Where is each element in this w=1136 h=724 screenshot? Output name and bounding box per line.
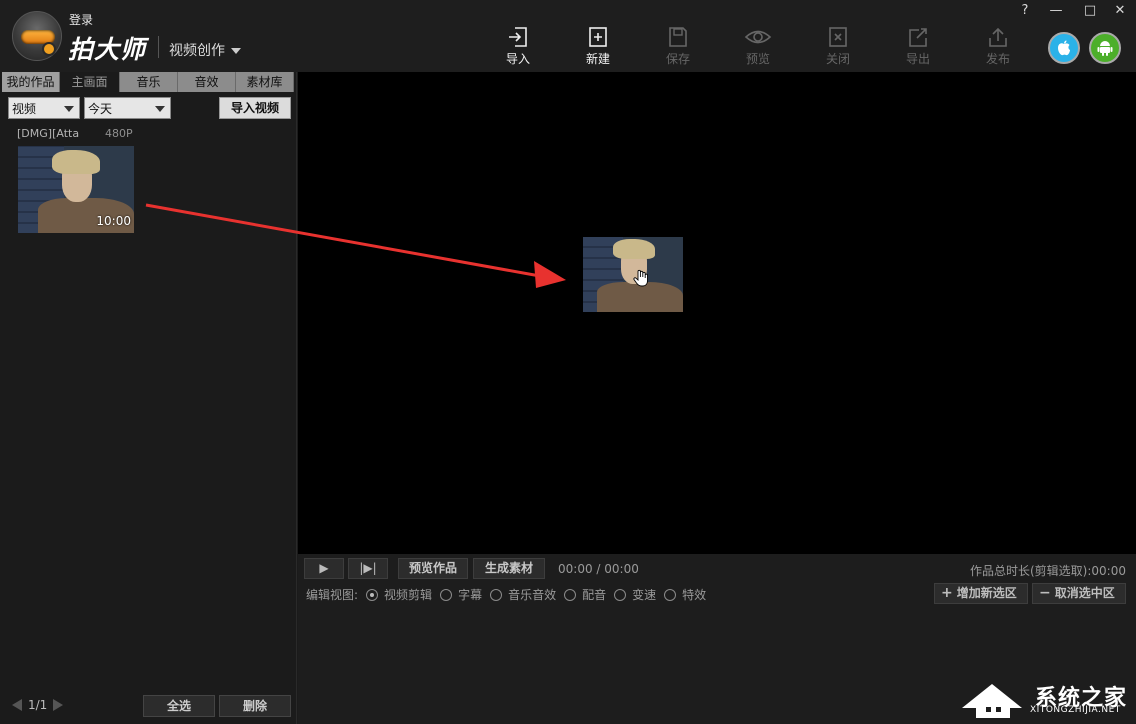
- edit-view-label: 编辑视图:: [306, 588, 359, 602]
- preview-eye-icon: [744, 30, 772, 44]
- total-duration: 作品总时长(剪辑选取):00:00: [970, 564, 1126, 578]
- hand-cursor-icon: [633, 269, 648, 287]
- export-button[interactable]: 导出: [893, 26, 943, 70]
- mode-dropdown[interactable]: 视频创作: [169, 40, 241, 60]
- clip-name: [DMG][Atta: [17, 127, 80, 140]
- play-button[interactable]: ▶: [304, 558, 344, 579]
- next-page-icon[interactable]: [53, 699, 64, 711]
- type-select[interactable]: 视频: [8, 97, 80, 119]
- close-window-button[interactable]: ✕: [1110, 3, 1130, 18]
- radio-speed[interactable]: [614, 588, 627, 601]
- dragging-clip-thumbnail[interactable]: [583, 237, 683, 312]
- app-logo-icon: [12, 11, 62, 61]
- chevron-down-icon: [64, 106, 74, 112]
- publish-button[interactable]: 发布: [973, 26, 1023, 70]
- brand-title: 拍大师: [68, 35, 147, 64]
- new-icon: [589, 27, 607, 47]
- generate-material-button[interactable]: 生成素材: [473, 558, 545, 579]
- page-indicator: 1/1: [28, 698, 48, 712]
- view-label-subtitles: 字幕: [458, 588, 483, 602]
- cancel-region-label: 取消选中区: [1054, 586, 1115, 600]
- chevron-down-icon: [155, 106, 165, 112]
- chevron-down-icon: [231, 48, 241, 54]
- media-panel: 我的作品 主画面 音乐 音效 素材库 视频 今天 导入视频 [DMG][Atta…: [0, 72, 297, 724]
- import-icon: [509, 27, 527, 47]
- close-file-button[interactable]: 关闭: [813, 26, 863, 70]
- radio-dubbing[interactable]: [564, 588, 577, 601]
- preview-canvas[interactable]: [298, 72, 1136, 554]
- tab-sound-effects[interactable]: 音效: [178, 72, 236, 92]
- date-select[interactable]: 今天: [84, 97, 171, 119]
- edit-view-options: 编辑视图: 视频剪辑 字幕 音乐音效 配音 变速 特效: [306, 586, 706, 603]
- minimize-button[interactable]: —: [1046, 3, 1066, 18]
- radio-video-cut[interactable]: [366, 588, 379, 601]
- export-icon: [909, 28, 927, 47]
- view-label-dubbing: 配音: [582, 588, 607, 602]
- apple-button[interactable]: [1048, 32, 1080, 64]
- import-video-button[interactable]: 导入视频: [219, 97, 291, 119]
- pager: 1/1: [12, 698, 64, 712]
- add-region-button[interactable]: + 增加新选区: [934, 583, 1028, 604]
- save-label: 保存: [665, 52, 690, 66]
- plus-icon: +: [941, 585, 953, 601]
- media-tabs: 我的作品 主画面 音乐 音效 素材库: [2, 72, 294, 92]
- tab-main-screen[interactable]: 主画面: [60, 72, 120, 92]
- close-file-label: 关闭: [825, 52, 850, 66]
- clip-resolution: 480P: [105, 127, 133, 140]
- save-icon: [669, 27, 687, 47]
- view-label-effects: 特效: [682, 588, 707, 602]
- android-button[interactable]: [1089, 32, 1121, 64]
- top-bar: 登录 拍大师 视频创作 导入 新建 保存 预览 关闭 导出 发布 ? — □ ✕: [0, 0, 1136, 72]
- help-button[interactable]: ?: [1015, 3, 1035, 18]
- view-label-music-effects: 音乐音效: [508, 588, 557, 602]
- delete-button[interactable]: 删除: [219, 695, 291, 717]
- import-button[interactable]: 导入: [493, 26, 543, 70]
- maximize-button[interactable]: □: [1080, 3, 1100, 18]
- type-select-value: 视频: [12, 102, 37, 116]
- view-label-video-cut: 视频剪辑: [384, 588, 433, 602]
- radio-music-effects[interactable]: [490, 588, 503, 601]
- minus-icon: −: [1039, 585, 1051, 601]
- publish-label: 发布: [985, 52, 1010, 66]
- prev-page-icon[interactable]: [12, 699, 22, 711]
- tab-my-works[interactable]: 我的作品: [2, 72, 60, 92]
- clip-duration: 10:00: [96, 214, 131, 228]
- publish-icon: [989, 27, 1007, 47]
- save-button[interactable]: 保存: [653, 26, 703, 70]
- date-select-value: 今天: [88, 102, 113, 116]
- add-region-label: 增加新选区: [956, 586, 1017, 600]
- preview-label: 预览: [745, 52, 770, 66]
- login-link[interactable]: 登录: [69, 11, 93, 28]
- preview-work-button[interactable]: 预览作品: [398, 558, 468, 579]
- cancel-region-button[interactable]: − 取消选中区: [1032, 583, 1126, 604]
- tab-material-library[interactable]: 素材库: [236, 72, 294, 92]
- watermark-subtext: XITONGZHIJIA.NET: [1030, 705, 1121, 715]
- android-icon: [1097, 41, 1113, 56]
- tab-music[interactable]: 音乐: [120, 72, 178, 92]
- view-label-speed: 变速: [632, 588, 657, 602]
- import-label: 导入: [505, 52, 530, 66]
- mode-label: 视频创作: [169, 43, 225, 59]
- close-file-icon: [829, 27, 847, 47]
- new-label: 新建: [585, 52, 610, 66]
- export-label: 导出: [905, 52, 930, 66]
- divider: [158, 36, 159, 58]
- clip-thumbnail[interactable]: 10:00: [18, 146, 134, 233]
- radio-subtitles[interactable]: [440, 588, 453, 601]
- step-button[interactable]: |▶|: [348, 558, 388, 579]
- time-readout: 00:00 / 00:00: [558, 562, 639, 576]
- select-all-button[interactable]: 全选: [143, 695, 215, 717]
- apple-icon: [1058, 40, 1070, 56]
- new-button[interactable]: 新建: [573, 26, 623, 70]
- radio-effects[interactable]: [664, 588, 677, 601]
- preview-button[interactable]: 预览: [733, 26, 783, 70]
